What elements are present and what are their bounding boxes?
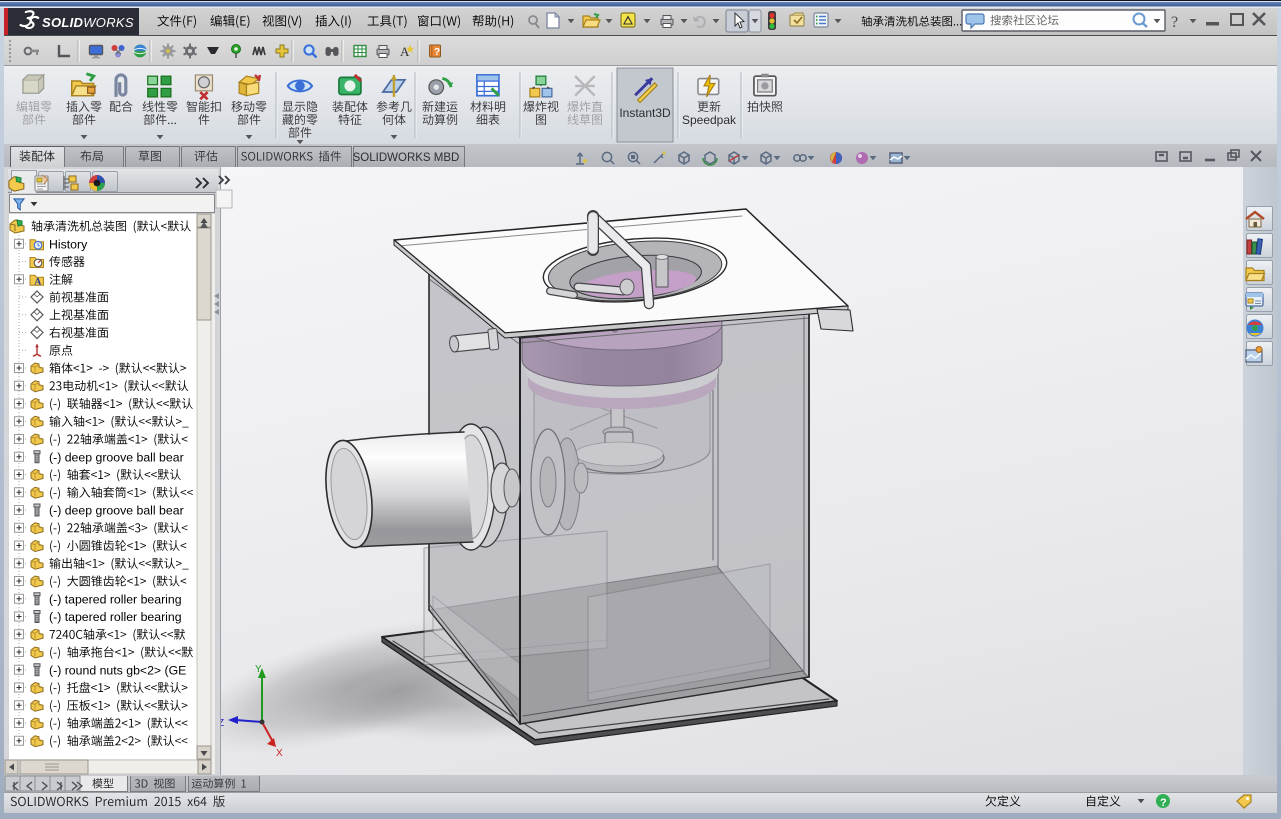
svg-text:SOLIDWORKS MBD: SOLIDWORKS MBD bbox=[353, 152, 460, 164]
svg-text:?: ? bbox=[1171, 14, 1178, 31]
svg-text:Instant3D: Instant3D bbox=[619, 106, 671, 120]
svg-text:Speedpak: Speedpak bbox=[682, 113, 737, 127]
svg-text:?: ? bbox=[434, 47, 440, 58]
svg-text:?: ? bbox=[1160, 797, 1167, 809]
svg-text:A: A bbox=[34, 277, 41, 287]
svg-text:(-) deep groove ball bear: (-) deep groove ball bear bbox=[49, 504, 184, 518]
svg-text:(-) tapered roller bearing: (-) tapered roller bearing bbox=[49, 592, 182, 606]
svg-text:(-) deep groove ball bear: (-) deep groove ball bear bbox=[49, 450, 184, 464]
svg-text:History: History bbox=[49, 237, 88, 251]
svg-text:(-) tapered roller bearing: (-) tapered roller bearing bbox=[49, 610, 182, 624]
svg-text:(-) round nuts gb<2> (GE: (-) round nuts gb<2> (GE bbox=[49, 663, 186, 677]
